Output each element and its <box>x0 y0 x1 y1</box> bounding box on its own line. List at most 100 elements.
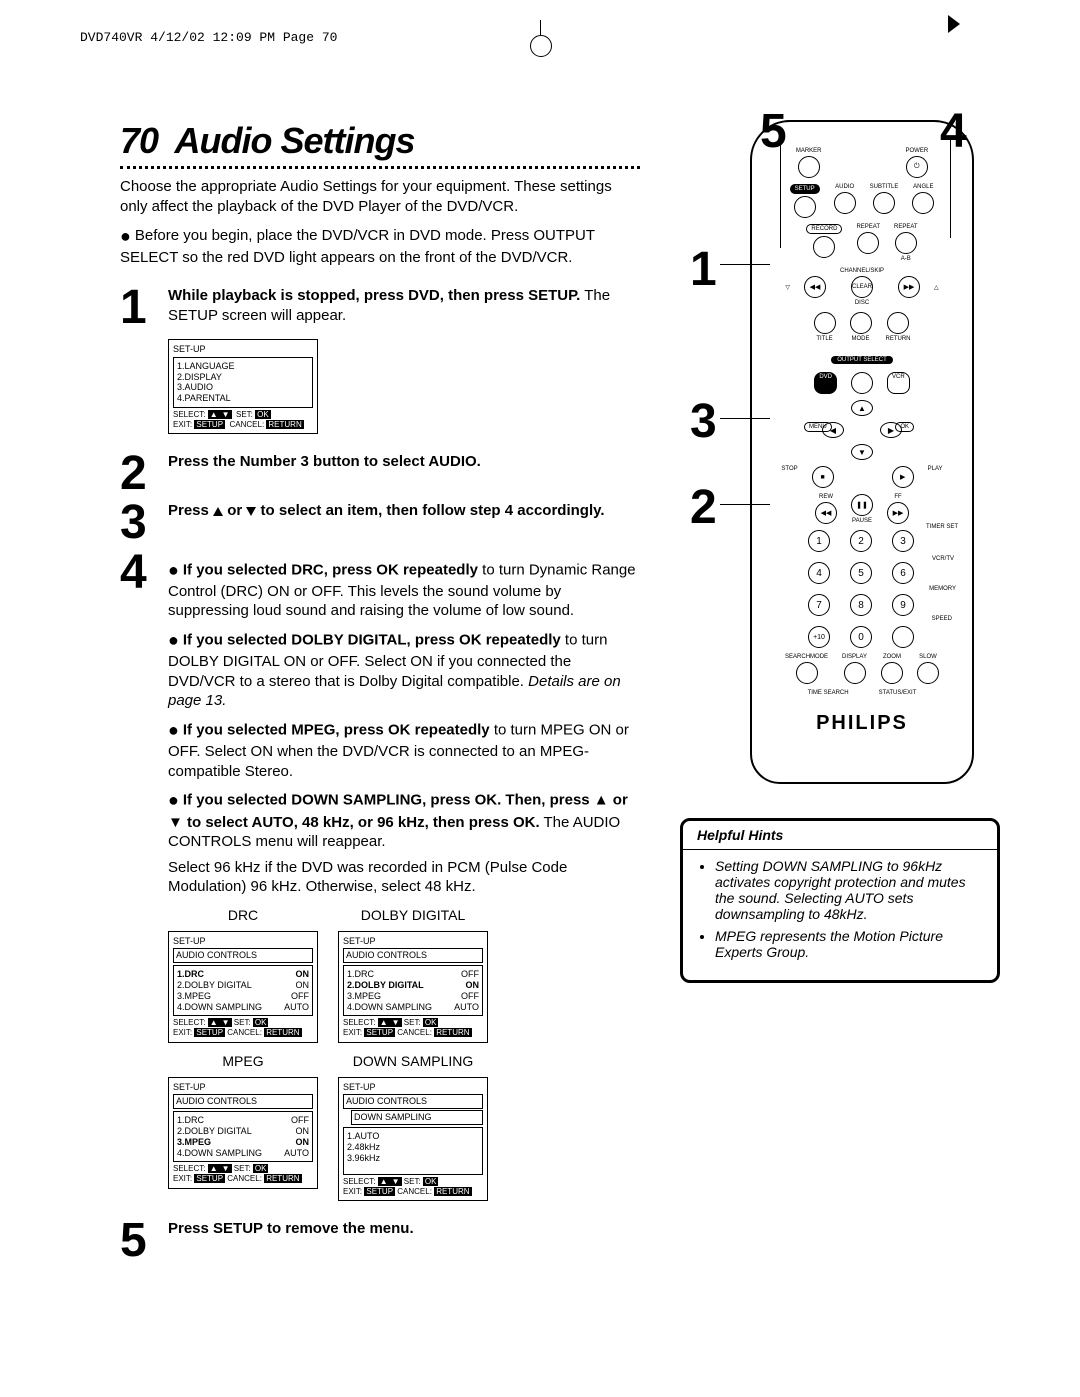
label-zoom: ZOOM <box>883 654 901 660</box>
power-button[interactable]: ⏻ <box>906 156 928 178</box>
val: ON <box>296 980 310 991</box>
step-1: 1 While playback is stopped, press DVD, … <box>120 286 640 434</box>
page-title: Audio Settings <box>175 120 415 161</box>
val: AUTO <box>284 1148 309 1159</box>
rew-button[interactable]: ◀◀ <box>815 502 837 524</box>
step3-b: or <box>223 502 246 519</box>
marker-button[interactable] <box>798 156 820 178</box>
subtitle-button[interactable] <box>873 192 895 214</box>
angle-button[interactable] <box>912 192 934 214</box>
f: SET: <box>234 1164 251 1173</box>
f: EXIT: <box>343 1028 362 1037</box>
brand-logo: PHILIPS <box>752 712 972 735</box>
record-button[interactable] <box>813 236 835 258</box>
label-marker: MARKER <box>796 148 822 154</box>
step3-a: Press <box>168 502 213 519</box>
skip-fwd-button[interactable]: ▶▶ <box>898 276 920 298</box>
row: 3.96kHz <box>347 1153 380 1164</box>
caption-dolby: DOLBY DIGITAL <box>338 907 488 923</box>
ff-button[interactable]: ▶▶ <box>887 502 909 524</box>
f: SETUP <box>364 1028 395 1037</box>
up-arrow-icon <box>213 507 223 516</box>
label-memory: MEMORY <box>929 586 956 592</box>
display-button[interactable] <box>844 662 866 684</box>
title-divider <box>120 166 640 169</box>
bullet-icon: ● <box>168 560 179 580</box>
f: SET: <box>404 1177 421 1186</box>
bullet-icon: ● <box>120 226 131 246</box>
callout-2: 2 <box>690 480 717 535</box>
num-6[interactable]: 6 <box>892 562 914 584</box>
row: 3.MPEG <box>177 991 211 1002</box>
caption-mpeg: MPEG <box>168 1053 318 1069</box>
label-timesearch: TIME SEARCH <box>808 690 849 696</box>
foot-set: SET: <box>236 410 253 419</box>
step1-bold: While playback is stopped, press DVD, th… <box>168 287 580 304</box>
clear-button[interactable]: CLEAR <box>851 276 873 298</box>
label-stop: STOP <box>781 466 797 488</box>
bullet-icon: ● <box>168 720 179 740</box>
step-2: 2 Press the Number 3 button to select AU… <box>120 452 640 495</box>
right-column: 5 4 1 3 2 MARKER POWER⏻ SETUP AUDIO SUBT… <box>640 120 1000 1262</box>
row: 2.DOLBY DIGITAL <box>177 1126 252 1137</box>
manual-page: DVD740VR 4/12/02 12:09 PM Page 70 70 Aud… <box>0 0 1080 1322</box>
num-0[interactable]: 0 <box>850 626 872 648</box>
hint-1: Setting DOWN SAMPLING to 96kHz activates… <box>715 858 983 922</box>
f: SELECT: <box>173 1018 205 1027</box>
slow-button[interactable] <box>917 662 939 684</box>
row: 2.DOLBY DIGITAL <box>347 980 424 991</box>
dolby-bold: If you selected DOLBY DIGITAL, press OK … <box>183 632 561 649</box>
caption-drc: DRC <box>168 907 318 923</box>
zoom-button[interactable] <box>881 662 903 684</box>
num-7[interactable]: 7 <box>808 594 830 616</box>
num-8[interactable]: 8 <box>850 594 872 616</box>
nav-right-button[interactable]: ▶ <box>880 422 902 438</box>
setup-button[interactable] <box>794 196 816 218</box>
audio-controls-label: AUDIO CONTROLS <box>173 1094 313 1109</box>
num-2[interactable]: 2 <box>850 530 872 552</box>
speed-button[interactable] <box>892 626 914 648</box>
nav-left-button[interactable]: ◀ <box>822 422 844 438</box>
num-plus10[interactable]: +10 <box>808 626 830 648</box>
title-button[interactable] <box>814 312 836 334</box>
hints-title: Helpful Hints <box>683 821 997 850</box>
label-power: POWER <box>906 148 929 154</box>
stop-button[interactable]: ■ <box>812 466 834 488</box>
audio-button[interactable] <box>834 192 856 214</box>
f: RETURN <box>264 1028 301 1037</box>
label-vcrtv: VCR/TV <box>932 556 954 562</box>
play-button[interactable]: ▶ <box>892 466 914 488</box>
repeat-ab-button[interactable] <box>895 232 917 254</box>
audio-menu-screenshots-2: MPEG SET-UP AUDIO CONTROLS 1.DRCOFF 2.DO… <box>168 1053 640 1202</box>
num-4[interactable]: 4 <box>808 562 830 584</box>
num-3[interactable]: 3 <box>892 530 914 552</box>
skip-back-button[interactable]: ◀◀ <box>804 276 826 298</box>
foot-select: SELECT: <box>173 410 205 419</box>
output-select-button[interactable] <box>851 372 873 394</box>
num-1[interactable]: 1 <box>808 530 830 552</box>
val: ON <box>296 969 310 980</box>
f: EXIT: <box>343 1187 362 1196</box>
val: OFF <box>291 991 309 1002</box>
f: CANCEL: <box>227 1174 262 1183</box>
nav-down-button[interactable]: ▼ <box>851 444 873 460</box>
return-button[interactable] <box>887 312 909 334</box>
label-pause: PAUSE <box>852 518 872 524</box>
repeat-button[interactable] <box>857 232 879 254</box>
screen-title: SET-UP <box>343 1082 483 1093</box>
audio-controls-label: AUDIO CONTROLS <box>343 948 483 963</box>
searchmode-button[interactable] <box>796 662 818 684</box>
row: 3.MPEG <box>177 1137 211 1148</box>
step3-c: to select an item, then follow step 4 ac… <box>256 502 604 519</box>
num-5[interactable]: 5 <box>850 562 872 584</box>
val: AUTO <box>454 1002 479 1013</box>
mode-button[interactable] <box>850 312 872 334</box>
f: SETUP <box>364 1187 395 1196</box>
f: OK <box>253 1164 269 1173</box>
callout-3: 3 <box>690 394 717 449</box>
pause-button[interactable]: ❚❚ <box>851 494 873 516</box>
row: 2.DOLBY DIGITAL <box>177 980 252 991</box>
nav-up-button[interactable]: ▲ <box>851 400 873 416</box>
num-9[interactable]: 9 <box>892 594 914 616</box>
step-number-1: 1 <box>120 286 168 434</box>
